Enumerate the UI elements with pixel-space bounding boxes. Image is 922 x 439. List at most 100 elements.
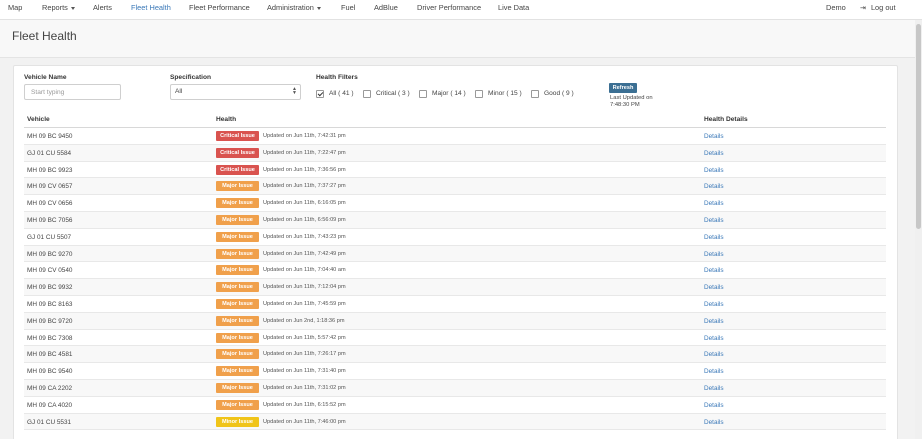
details-link[interactable]: Details xyxy=(704,351,724,358)
vehicle-name: MH 09 BC 4581 xyxy=(27,351,73,359)
nav-item-label: Reports xyxy=(42,3,68,12)
filter-checkbox-all[interactable] xyxy=(316,90,324,98)
last-updated-text: Last Updated on 7:48:30 PM xyxy=(610,95,670,108)
table-row: MH 09 BC 9720 Major Issue Updated on Jun 2… xyxy=(24,312,886,330)
table-row: MH 09 CA 4020 Major Issue Updated on Jun 1… xyxy=(24,397,886,414)
updated-time: Updated on Jun 11th, 7:12:04 pm xyxy=(263,284,346,291)
nav-item-reports[interactable]: Reports xyxy=(42,0,75,18)
user-name: Demo xyxy=(826,3,846,12)
updated-time: Updated on Jun 11th, 7:31:40 pm xyxy=(263,368,346,375)
top-navbar: Map Reports Alerts Fleet Health Fleet Perfor… xyxy=(0,0,922,20)
specification-select[interactable]: All ▲ ▼ xyxy=(170,84,301,100)
filter-label-major[interactable]: Major ( 14 ) xyxy=(432,90,466,98)
health-badge: Critical Issue xyxy=(216,131,259,141)
updated-time: Updated on Jun 11th, 7:42:31 pm xyxy=(263,133,346,139)
details-link[interactable]: Details xyxy=(704,150,724,157)
details-link[interactable]: Details xyxy=(704,284,724,291)
vehicle-name: MH 09 CA 2202 xyxy=(27,384,73,392)
health-badge: Major Issue xyxy=(216,349,259,360)
table-row: GJ 01 CU 5531 Minor Issue Updated on Jun 1… xyxy=(24,413,886,431)
table-row: MH 09 BC 9540 Major Issue Updated on Jun 1… xyxy=(24,363,886,380)
vehicle-name: MH 09 BC 7056 xyxy=(27,216,73,224)
details-link[interactable]: Details xyxy=(704,234,724,241)
details-link[interactable]: Details xyxy=(704,318,724,325)
table-row: MH 09 BC 9923 Critical Issue Updated on Ju… xyxy=(24,162,886,179)
details-link[interactable]: Details xyxy=(704,251,724,258)
updated-time: Updated on Jun 11th, 7:37:27 pm xyxy=(263,183,346,190)
nav-item-map[interactable]: Map xyxy=(8,0,22,18)
updated-time: Updated on Jun 11th, 7:04:40 am xyxy=(263,267,346,274)
details-link[interactable]: Details xyxy=(704,267,724,274)
select-arrows-icon: ▲ ▼ xyxy=(292,86,297,96)
table-row: MH 09 CV 0656 Major Issue Updated on Jun 1… xyxy=(24,195,886,212)
vehicle-name: GJ 01 CU 5584 xyxy=(27,149,72,157)
refresh-button[interactable]: Refresh xyxy=(609,83,637,93)
health-badge: Major Issue xyxy=(216,366,259,377)
nav-item-label: Administration xyxy=(267,3,314,12)
updated-time: Updated on Jun 11th, 7:26:17 pm xyxy=(263,351,346,358)
table-row: MH 09 CV 0540 Major Issue Updated on Jun 1… xyxy=(24,262,886,280)
updated-time: Updated on Jun 11th, 7:42:49 pm xyxy=(263,250,346,257)
details-link[interactable]: Details xyxy=(704,301,724,308)
details-link[interactable]: Details xyxy=(704,200,724,207)
details-link[interactable]: Details xyxy=(704,217,724,224)
vehicle-name: MH 09 BC 9720 xyxy=(27,317,73,325)
nav-item-administration[interactable]: Administration xyxy=(267,0,321,18)
scrollbar-thumb[interactable] xyxy=(916,24,921,229)
updated-time: Updated on Jun 11th, 6:56:09 pm xyxy=(263,216,346,223)
filter-checkbox-major[interactable] xyxy=(419,90,427,98)
vehicle-name-label: Vehicle Name xyxy=(24,74,67,81)
logout-label: Log out xyxy=(870,3,896,12)
details-link[interactable]: Details xyxy=(704,419,724,426)
table-row: MH 09 BC 9270 Major Issue Updated on Jun 1… xyxy=(24,245,886,263)
logout-link[interactable]: ⇥ Log out xyxy=(860,0,896,18)
table-row: MH 09 BC 8163 Major Issue Updated on Jun 1… xyxy=(24,296,886,313)
caret-down-icon xyxy=(70,6,75,10)
nav-item-alerts[interactable]: Alerts xyxy=(93,0,112,18)
nav-item-fleet-performance[interactable]: Fleet Performance xyxy=(189,0,250,18)
health-badge: Major Issue xyxy=(216,332,259,343)
caret-down-icon xyxy=(316,6,321,10)
nav-item-fleet-health[interactable]: Fleet Health xyxy=(131,0,171,18)
table-row: GJ 01 CU 5507 Major Issue Updated on Jun 1… xyxy=(24,229,886,246)
nav-item-label: Fleet Performance xyxy=(189,3,250,12)
filter-checkbox-minor[interactable] xyxy=(475,90,483,98)
page-scrollbar[interactable] xyxy=(915,20,922,439)
health-badge: Major Issue xyxy=(216,399,259,410)
filter-checkbox-critical[interactable] xyxy=(363,90,371,98)
nav-item-driver-performance[interactable]: Driver Performance xyxy=(417,0,481,18)
updated-time: Updated on Jun 11th, 7:22:47 pm xyxy=(263,149,346,156)
filter-label-critical[interactable]: Critical ( 3 ) xyxy=(376,90,410,98)
updated-time: Updated on Jun 11th, 7:45:59 pm xyxy=(263,300,346,307)
nav-item-fuel[interactable]: Fuel xyxy=(341,0,355,18)
table-row: MH 09 BC 4581 Major Issue Updated on Jun 1… xyxy=(24,346,886,364)
table-row: MH 09 CA 2202 Major Issue Updated on Jun 1… xyxy=(24,379,886,397)
health-badge: Major Issue xyxy=(216,198,259,209)
last-updated-time: 7:48:30 PM xyxy=(610,101,640,108)
table-row: MH 09 BC 9450 Critical Issue Updated on Ju… xyxy=(24,128,886,145)
details-link[interactable]: Details xyxy=(704,167,724,174)
nav-item-adblue[interactable]: AdBlue xyxy=(374,0,398,18)
nav-item-live-data[interactable]: Live Data xyxy=(498,0,529,18)
filter-label-all[interactable]: All ( 41 ) xyxy=(329,90,354,98)
vehicle-name-input[interactable] xyxy=(24,84,121,100)
details-link[interactable]: Details xyxy=(704,133,724,140)
details-link[interactable]: Details xyxy=(704,183,724,190)
table-row: GJ 01 CU 5584 Critical Issue Updated on Ju… xyxy=(24,144,886,162)
filter-checkbox-good[interactable] xyxy=(531,90,539,98)
nav-item-label: AdBlue xyxy=(374,3,398,12)
page-title: Fleet Health xyxy=(12,29,77,43)
details-link[interactable]: Details xyxy=(704,368,724,375)
filter-label-minor[interactable]: Minor ( 15 ) xyxy=(488,90,522,98)
table-row: MH 09 CV 0657 Major Issue Updated on Jun 1… xyxy=(24,178,886,196)
details-link[interactable]: Details xyxy=(704,335,724,342)
filter-label-good[interactable]: Good ( 9 ) xyxy=(544,90,574,98)
details-link[interactable]: Details xyxy=(704,402,724,409)
vehicle-name: GJ 01 CU 5507 xyxy=(27,233,72,241)
details-link[interactable]: Details xyxy=(704,385,724,392)
updated-time: Updated on Jun 11th, 7:46:00 pm xyxy=(263,418,346,425)
health-badge: Major Issue xyxy=(216,382,259,393)
vehicle-name: MH 09 BC 9450 xyxy=(27,133,73,140)
health-filters-label: Health Filters xyxy=(316,74,358,81)
health-badge: Major Issue xyxy=(216,231,259,242)
